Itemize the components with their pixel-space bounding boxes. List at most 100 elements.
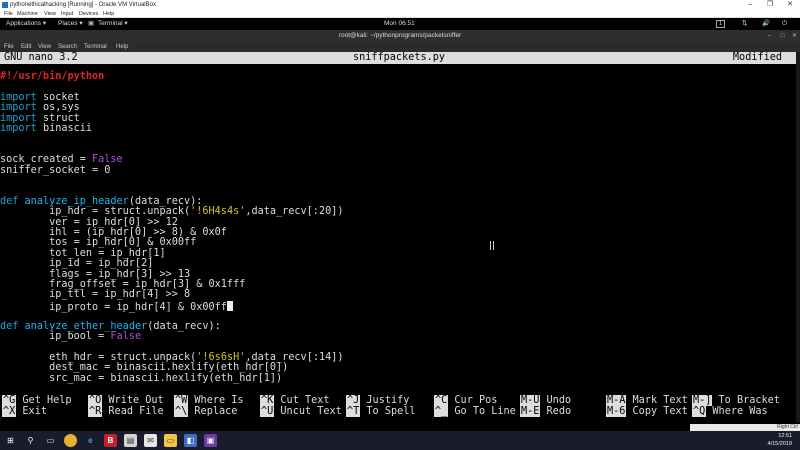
terminal-menu-help[interactable]: Help bbox=[116, 42, 128, 52]
shortcut-item[interactable]: ^\ Replace bbox=[174, 405, 237, 418]
terminal-menu-bar: File Edit View Search Terminal Help bbox=[0, 42, 800, 52]
shortcut-label: Justify bbox=[366, 395, 410, 406]
code-token: ip_id = ip_hdr[2] bbox=[0, 258, 154, 270]
store-icon[interactable]: ▤ bbox=[124, 434, 137, 447]
vbox-menu-input[interactable]: Input bbox=[61, 10, 73, 18]
terminal-content[interactable]: GNU nano 3.2 sniffpackets.py Modified #!… bbox=[0, 52, 800, 422]
windows-icon[interactable]: ⊞ bbox=[4, 434, 17, 447]
code-token: eth_hdr = struct.unpack( bbox=[0, 351, 197, 363]
workspace-indicator[interactable]: 1 bbox=[716, 20, 725, 28]
shortcut-label: Read File bbox=[108, 405, 164, 417]
shortcut-key: ^_ bbox=[434, 405, 449, 417]
shortcut-item[interactable]: ^T To Spell bbox=[346, 405, 416, 418]
code-token: import bbox=[0, 112, 37, 124]
close-button[interactable]: ✕ bbox=[784, 0, 796, 10]
shortcut-key: ^C bbox=[434, 395, 449, 406]
code-token: sock_created = bbox=[0, 154, 93, 166]
terminal-close-icon[interactable]: ✕ bbox=[790, 32, 799, 40]
chrome-icon[interactable] bbox=[64, 434, 77, 447]
shortcut-label: Copy Text bbox=[632, 405, 688, 417]
shortcut-label: Go To Line bbox=[454, 405, 516, 417]
edge-icon[interactable]: e bbox=[84, 434, 97, 447]
shortcut-item[interactable]: ^Q Where Was bbox=[692, 405, 768, 418]
code-token: src_mac = binascii.hexlify(eth_hdr[1]) bbox=[0, 372, 283, 384]
shortcut-label: To Bracket bbox=[718, 395, 780, 406]
terminal-minimize-icon[interactable]: – bbox=[765, 32, 774, 40]
shortcut-key: ^J bbox=[346, 395, 361, 406]
shortcut-label: To Spell bbox=[366, 405, 416, 417]
power-icon[interactable]: ⏻ bbox=[782, 18, 787, 30]
shortcut-label: Cut Text bbox=[280, 395, 330, 406]
vbox-menu-view[interactable]: View bbox=[44, 10, 56, 18]
mail-icon[interactable]: ✉ bbox=[144, 434, 157, 447]
network-icon[interactable]: ⇅ bbox=[742, 18, 747, 30]
maximize-button[interactable]: ❐ bbox=[764, 0, 776, 10]
terminal-menu-search[interactable]: Search bbox=[58, 42, 77, 52]
minimize-button[interactable]: – bbox=[744, 0, 756, 10]
vbox-menu-help[interactable]: Help bbox=[103, 10, 114, 18]
shortcut-label: Undo bbox=[546, 395, 572, 406]
terminal-title-bar: root@kali: ~/pythonprograms/packetsniffe… bbox=[0, 30, 800, 42]
code-token: tos = ip_hdr[0] & 0x00ff bbox=[0, 237, 197, 249]
folder-icon[interactable]: ▭ bbox=[164, 434, 177, 447]
shortcut-key: ^O bbox=[88, 395, 103, 406]
nano-header: GNU nano 3.2 sniffpackets.py Modified bbox=[0, 52, 798, 64]
code-token: binascii bbox=[36, 123, 93, 134]
code-token: analyze_ip_header bbox=[24, 195, 129, 207]
vbox-menu-devices[interactable]: Devices bbox=[79, 10, 99, 18]
shortcut-item[interactable]: ^X Exit bbox=[2, 405, 47, 418]
places-menu[interactable]: Places ▾ bbox=[58, 18, 83, 30]
shortcut-item[interactable]: ^U Uncut Text bbox=[260, 405, 342, 418]
shortcut-item[interactable]: M-E Redo bbox=[520, 405, 571, 418]
shortcut-key: ^T bbox=[346, 405, 361, 417]
text-cursor bbox=[226, 300, 233, 311]
code-token: frag_offset = ip_hdr[3] & 0x1fff bbox=[0, 279, 246, 290]
shortcut-item[interactable]: M-6 Copy Text bbox=[606, 405, 688, 418]
virtualbox-taskbar-icon[interactable]: ◧ bbox=[184, 434, 197, 447]
shortcut-label: Exit bbox=[22, 405, 47, 417]
terminal-maximize-icon[interactable]: □ bbox=[778, 32, 787, 40]
code-token: import bbox=[0, 123, 37, 134]
code-token: os,sys bbox=[36, 102, 80, 114]
applications-menu[interactable]: Applications ▾ bbox=[6, 18, 46, 30]
task-view-icon[interactable]: ▭ bbox=[44, 434, 57, 447]
terminal-menu-view[interactable]: View bbox=[38, 42, 51, 52]
code-token: ,data_recv[:20]) bbox=[245, 206, 344, 218]
windows-taskbar: ⊞ ⚲ ▭ e B ▤ ✉ ▭ ◧ ▣ 12:51 4/15/2019 bbox=[0, 431, 800, 450]
shortcut-key: ^K bbox=[260, 395, 275, 406]
clock[interactable]: Mon 06:51 bbox=[384, 18, 415, 30]
code-line: #!/usr/bin/python bbox=[0, 71, 104, 82]
terminal-menu[interactable]: Terminal ▾ bbox=[98, 18, 128, 30]
code-token: '!6s6sH' bbox=[196, 351, 246, 363]
terminal-menu-terminal[interactable]: Terminal bbox=[84, 42, 107, 52]
shortcut-label: Where Is bbox=[194, 395, 244, 406]
taskbar-clock[interactable]: 12:51 4/15/2019 bbox=[768, 432, 792, 448]
code-token: socket bbox=[36, 91, 80, 103]
taskbar-time: 12:51 bbox=[778, 433, 792, 439]
terminal-taskbar-icon[interactable]: ▣ bbox=[204, 434, 217, 447]
gnome-top-bar: Applications ▾ Places ▾ ▣ Terminal ▾ Mon… bbox=[0, 18, 800, 30]
code-token: (data_recv): bbox=[147, 320, 221, 332]
code-token: analyze_ether_header bbox=[24, 320, 148, 332]
code-token: dest_mac = binascii.hexlify(eth_hdr[0]) bbox=[0, 362, 289, 374]
code-token: import bbox=[0, 91, 37, 103]
code-token: False bbox=[110, 331, 142, 342]
app-icon[interactable]: B bbox=[104, 434, 117, 447]
code-token: '!6H4s4s' bbox=[190, 206, 246, 218]
terminal-menu-edit[interactable]: Edit bbox=[21, 42, 31, 52]
vbox-menu-machine[interactable]: Machine bbox=[17, 10, 38, 18]
terminal-scrollbar[interactable] bbox=[796, 52, 800, 422]
vbox-host-key-status: Right Ctrl bbox=[690, 424, 800, 431]
host-key-label: Right Ctrl bbox=[777, 424, 798, 430]
vbox-menu-file[interactable]: File bbox=[4, 10, 13, 18]
code-token: ,data_recv[:14]) bbox=[245, 351, 344, 363]
code-token: ip_hdr = struct.unpack( bbox=[0, 206, 191, 218]
shortcut-item[interactable]: ^R Read File bbox=[88, 405, 164, 418]
shortcut-item[interactable]: ^_ Go To Line bbox=[434, 405, 516, 418]
search-icon[interactable]: ⚲ bbox=[24, 434, 37, 447]
code-token: ihl = (ip_hdr[0] >> 8) & 0x0f bbox=[0, 227, 227, 238]
volume-icon[interactable]: 🔊 bbox=[762, 18, 770, 30]
code-token: ver = ip_hdr[0] >> 12 bbox=[0, 216, 178, 228]
code-token: flags = ip_hdr[3] >> 13 bbox=[0, 268, 191, 280]
terminal-menu-file[interactable]: File bbox=[4, 42, 14, 52]
